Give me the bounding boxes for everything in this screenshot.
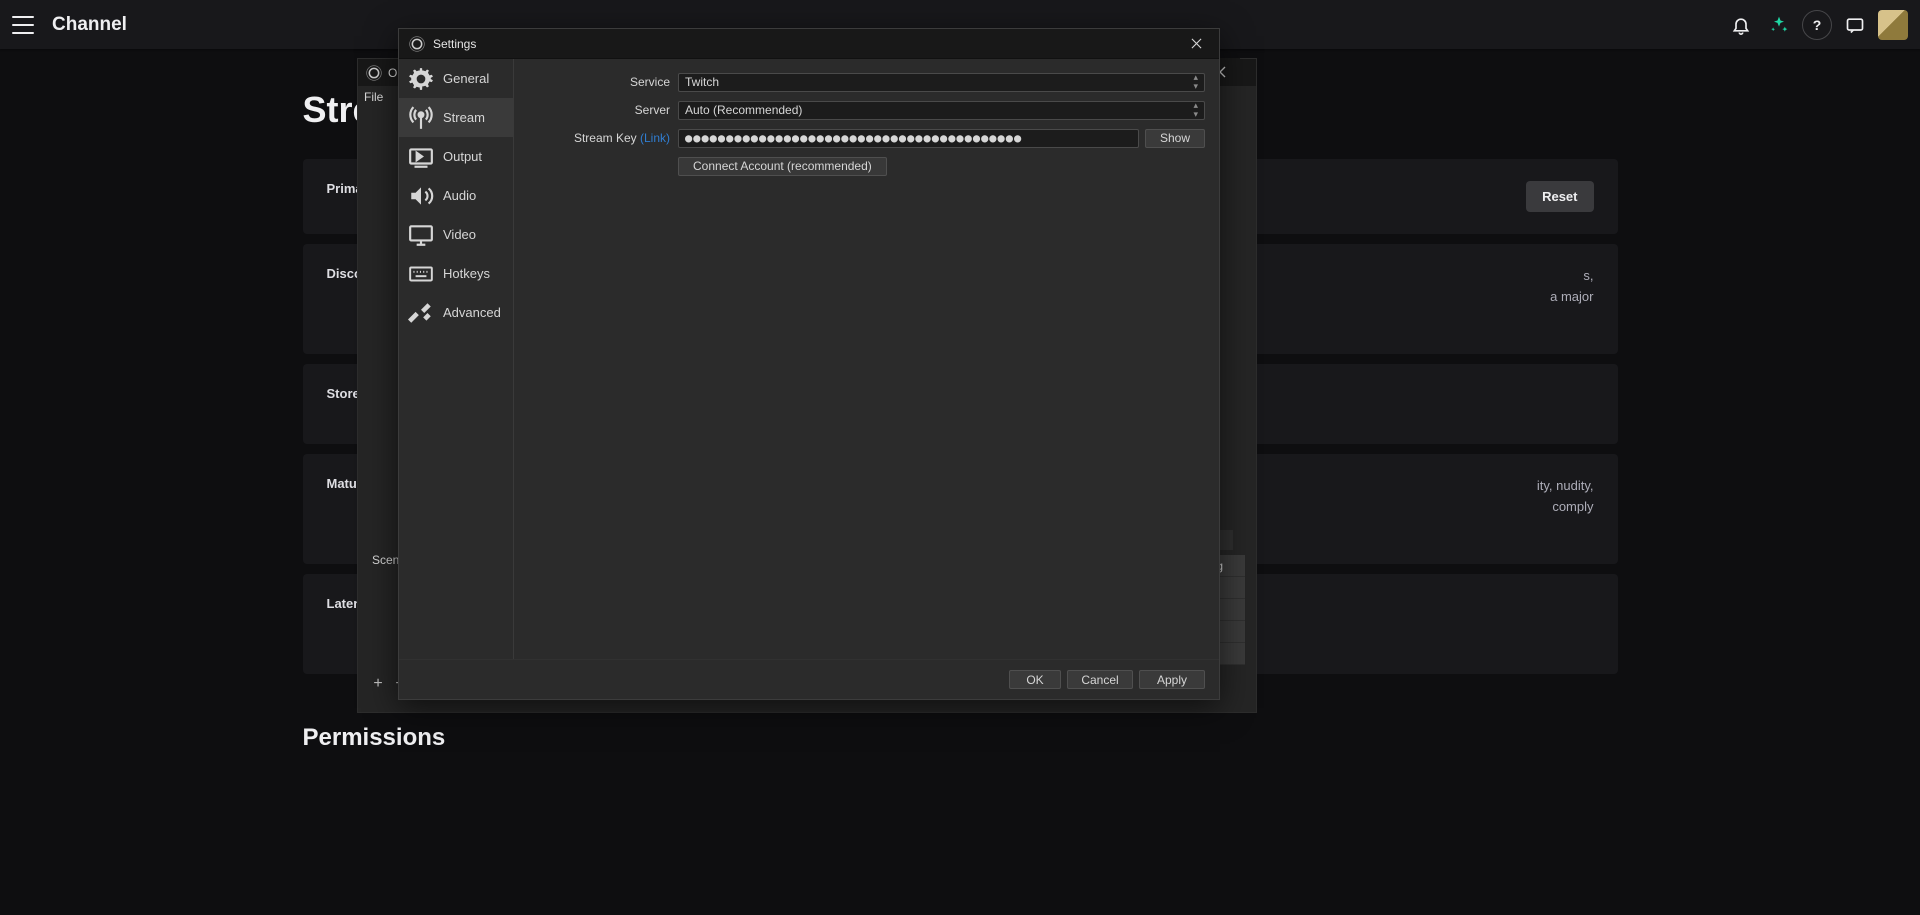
menu-icon[interactable] bbox=[12, 16, 34, 34]
service-value: Twitch bbox=[685, 75, 719, 89]
obs-stream-form: Service Twitch ▴▾ Server Auto (Recommend… bbox=[514, 59, 1219, 659]
apply-button[interactable]: Apply bbox=[1139, 670, 1205, 689]
reset-button[interactable]: Reset bbox=[1526, 181, 1593, 212]
sidebar-item-audio[interactable]: Audio bbox=[399, 176, 513, 215]
sidebar-item-label: Hotkeys bbox=[443, 266, 490, 281]
notifications-icon[interactable] bbox=[1726, 10, 1756, 40]
connect-account-button[interactable]: Connect Account (recommended) bbox=[678, 157, 887, 176]
video-icon bbox=[407, 221, 435, 249]
gear-icon bbox=[407, 65, 435, 93]
broadcast-icon bbox=[407, 104, 435, 132]
chevron-updown-icon: ▴▾ bbox=[1193, 73, 1198, 91]
server-value: Auto (Recommended) bbox=[685, 103, 802, 117]
menu-file[interactable]: File bbox=[364, 90, 383, 104]
close-icon[interactable] bbox=[1174, 29, 1219, 59]
sidebar-item-label: Advanced bbox=[443, 305, 501, 320]
show-button[interactable]: Show bbox=[1145, 129, 1205, 148]
sidebar-item-label: General bbox=[443, 71, 489, 86]
keyboard-icon bbox=[407, 260, 435, 288]
sidebar-item-advanced[interactable]: Advanced bbox=[399, 293, 513, 332]
help-icon[interactable]: ? bbox=[1802, 10, 1832, 40]
add-scene-button[interactable]: + bbox=[368, 674, 388, 694]
page-title: Channel bbox=[52, 14, 127, 36]
obs-settings-sidebar: General Stream Output Audio bbox=[399, 59, 514, 659]
sidebar-item-label: Output bbox=[443, 149, 482, 164]
ok-button[interactable]: OK bbox=[1009, 670, 1061, 689]
sidebar-item-output[interactable]: Output bbox=[399, 137, 513, 176]
obs-main-title: O bbox=[388, 66, 397, 80]
server-select[interactable]: Auto (Recommended) ▴▾ bbox=[678, 101, 1205, 120]
sidebar-item-label: Audio bbox=[443, 188, 476, 203]
avatar[interactable] bbox=[1878, 10, 1908, 40]
stream-key-label: Stream Key (Link) bbox=[528, 131, 678, 145]
server-label: Server bbox=[528, 103, 678, 117]
sidebar-item-hotkeys[interactable]: Hotkeys bbox=[399, 254, 513, 293]
sidebar-item-video[interactable]: Video bbox=[399, 215, 513, 254]
obs-settings-dialog: Settings General Stream bbox=[398, 28, 1220, 700]
sidebar-item-label: Stream bbox=[443, 110, 485, 125]
service-label: Service bbox=[528, 75, 678, 89]
obs-logo-icon bbox=[409, 36, 425, 52]
audio-icon bbox=[407, 182, 435, 210]
obs-settings-footer: OK Cancel Apply bbox=[399, 659, 1219, 699]
obs-settings-titlebar[interactable]: Settings bbox=[399, 29, 1219, 59]
sidebar-item-general[interactable]: General bbox=[399, 59, 513, 98]
service-select[interactable]: Twitch ▴▾ bbox=[678, 73, 1205, 92]
cancel-button[interactable]: Cancel bbox=[1067, 670, 1133, 689]
whisper-icon[interactable] bbox=[1840, 10, 1870, 40]
partial-text: ity, nudity, comply bbox=[1537, 476, 1594, 542]
stream-key-input[interactable] bbox=[678, 129, 1139, 148]
section-heading-permissions: Permissions bbox=[303, 724, 1618, 752]
stream-key-link[interactable]: (Link) bbox=[640, 131, 670, 145]
sidebar-item-label: Video bbox=[443, 227, 476, 242]
partial-text: s, a major bbox=[1550, 266, 1593, 332]
sidebar-item-stream[interactable]: Stream bbox=[399, 98, 513, 137]
chevron-updown-icon: ▴▾ bbox=[1193, 101, 1198, 119]
obs-settings-title: Settings bbox=[433, 37, 476, 51]
obs-logo-icon bbox=[366, 65, 382, 81]
output-icon bbox=[407, 143, 435, 171]
sparkle-icon[interactable] bbox=[1764, 10, 1794, 40]
tools-icon bbox=[407, 299, 435, 327]
